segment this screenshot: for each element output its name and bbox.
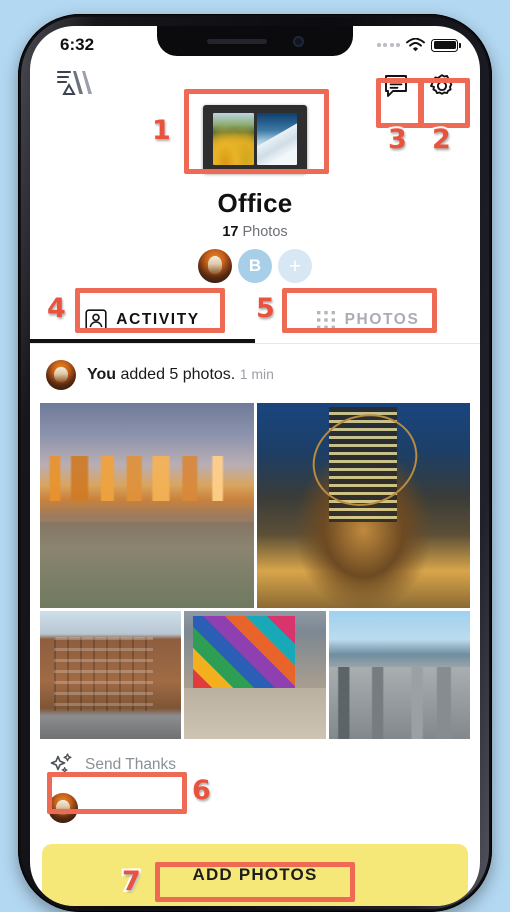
photo-brick-hotel[interactable] (40, 611, 182, 739)
photo-grid (30, 403, 480, 739)
status-indicators (376, 38, 461, 52)
earpiece-speaker (206, 38, 267, 44)
chat-button[interactable] (376, 66, 416, 106)
photo-count-number: 17 (222, 224, 239, 240)
settings-button[interactable] (422, 66, 462, 106)
status-time: 6:32 (60, 35, 95, 54)
photo-atlas-statue[interactable] (256, 403, 470, 608)
signal-dots-icon (376, 43, 400, 47)
frame-photo-mountain (256, 113, 297, 165)
front-camera-icon (292, 35, 304, 47)
feed-item-header: You added 5 photos. 1 min (30, 344, 480, 403)
photo-sf-skyline-sunset[interactable] (40, 403, 254, 608)
wifi-icon (406, 38, 425, 52)
tab-bar: ACTIVITY PHOTOS (30, 297, 480, 344)
album-header: Office 17 Photos B + (30, 100, 480, 283)
member-avatars: B + (30, 249, 480, 283)
top-action-buttons (376, 66, 462, 106)
grid-icon (316, 311, 335, 329)
send-thanks-label: Send Thanks (85, 756, 177, 773)
feed-actor: You (87, 366, 117, 383)
add-photos-label: ADD PHOTOS (192, 865, 318, 884)
feed-item-text: You added 5 photos. 1 min (87, 366, 274, 384)
tab-photos[interactable]: PHOTOS (255, 297, 480, 343)
add-member-button[interactable]: + (278, 249, 312, 283)
album-cover[interactable] (195, 100, 315, 178)
tab-activity-label: ACTIVITY (116, 311, 200, 328)
app-top-bar (30, 60, 480, 106)
aura-logo-icon (56, 70, 92, 95)
device-notch (157, 26, 353, 56)
avatar[interactable] (46, 360, 76, 390)
feed-timestamp: 1 min (239, 366, 274, 382)
sparkles-icon (50, 753, 72, 773)
digital-photo-frame-thumbnail (203, 105, 307, 173)
avatar-initial[interactable]: B (238, 249, 272, 283)
phone-screen: 6:32 Office 17 Photos B + ACTIVITY PHOTO… (30, 26, 480, 906)
album-title: Office (217, 188, 293, 218)
frame-photo-autumn (213, 113, 254, 165)
send-thanks-button[interactable]: Send Thanks (30, 739, 480, 787)
gear-icon (430, 74, 453, 95)
feed-action: added 5 photos. (116, 366, 236, 383)
next-feed-item (30, 787, 480, 823)
avatar[interactable] (198, 249, 232, 283)
photo-kobra-mural[interactable] (184, 611, 326, 739)
photo-grid-row (40, 611, 470, 739)
person-icon (85, 309, 107, 331)
tab-photos-label: PHOTOS (344, 311, 420, 328)
battery-icon (431, 38, 461, 52)
avatar[interactable] (48, 793, 78, 823)
photo-sf-aerial[interactable] (328, 611, 470, 739)
chat-bubble-icon (385, 75, 407, 97)
add-photos-button[interactable]: ADD PHOTOS (42, 844, 468, 906)
photo-count-label: Photos (242, 224, 288, 240)
activity-feed: You added 5 photos. 1 min Send Thanks (30, 344, 480, 823)
tab-activity[interactable]: ACTIVITY (30, 297, 255, 343)
album-photo-count: 17 Photos (30, 224, 480, 240)
photo-grid-row (40, 403, 470, 608)
